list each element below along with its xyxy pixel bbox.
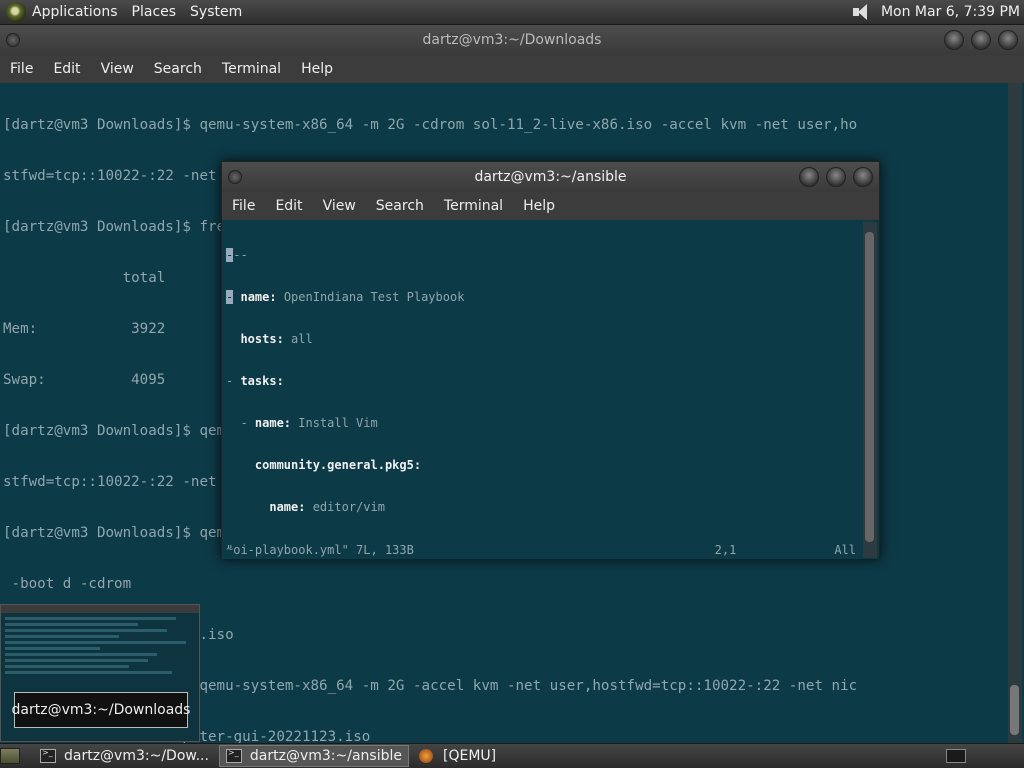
minimize-button[interactable] (799, 167, 819, 187)
qemu-icon (419, 749, 434, 763)
menu-file[interactable]: File (232, 198, 255, 214)
vim-scroll-position: All (834, 543, 856, 557)
yaml-line: - name: Install Vim (226, 416, 378, 430)
window-title: dartz@vm3:~/Downloads (422, 32, 602, 48)
taskbar-item-qemu[interactable]: [QEMU] (413, 745, 502, 767)
menu-applications[interactable]: Applications (32, 4, 118, 20)
workspace-switcher[interactable] (946, 749, 966, 763)
window-menu-icon[interactable] (6, 33, 20, 47)
terminal-window-ansible: dartz@vm3:~/ansible File Edit View Searc… (221, 161, 880, 559)
menu-places[interactable]: Places (132, 4, 177, 20)
yaml-line: --- (226, 248, 248, 262)
vim-file-info: "oi-playbook.yml" 7L, 133B (226, 543, 414, 557)
menu-terminal[interactable]: Terminal (222, 61, 281, 77)
clock[interactable]: Mon Mar 6, 7:39 PM (881, 4, 1020, 20)
bottom-panel: dartz@vm3:~/Dow... dartz@vm3:~/ansible [… (0, 743, 1024, 768)
menu-system[interactable]: System (190, 4, 242, 20)
window-titlebar[interactable]: dartz@vm3:~/Downloads (0, 25, 1024, 55)
maximize-button[interactable] (971, 30, 991, 50)
scrollbar-thumb[interactable] (865, 232, 874, 542)
menu-help[interactable]: Help (301, 61, 333, 77)
window-title: dartz@vm3:~/ansible (474, 169, 627, 185)
vim-statusline: "oi-playbook.yml" 7L, 133B 2,1 All (226, 543, 856, 557)
maximize-button[interactable] (826, 167, 846, 187)
menu-edit[interactable]: Edit (53, 61, 80, 77)
taskbar-tooltip: dartz@vm3:~/Downloads (12, 692, 190, 728)
window-titlebar[interactable]: dartz@vm3:~/ansible (222, 162, 879, 192)
terminal-icon (40, 748, 56, 763)
vim-cursor-position: 2,1 (714, 543, 737, 557)
top-panel: Applications Places System Mon Mar 6, 7:… (0, 0, 1024, 25)
yaml-line: - name: OpenIndiana Test Playbook (226, 290, 465, 304)
distro-logo-icon[interactable] (6, 2, 26, 22)
menu-help[interactable]: Help (523, 198, 555, 214)
scrollbar-thumb[interactable] (1010, 685, 1019, 735)
volume-icon[interactable] (851, 3, 871, 21)
scrollbar[interactable] (1008, 83, 1022, 743)
terminal-icon (225, 748, 242, 763)
close-button[interactable] (853, 167, 873, 187)
menu-file[interactable]: File (10, 61, 33, 77)
scrollbar[interactable] (863, 222, 877, 558)
yaml-line: hosts: all (240, 332, 313, 346)
yaml-line: - tasks: (226, 374, 284, 388)
terminal-menubar: File Edit View Search Terminal Help (0, 55, 1024, 83)
vim-editor[interactable]: --- - name: OpenIndiana Test Playbook ho… (222, 220, 879, 559)
taskbar-item-ansible[interactable]: dartz@vm3:~/ansible (218, 745, 410, 767)
taskbar-item-downloads[interactable]: dartz@vm3:~/Dow... (34, 745, 215, 767)
minimize-button[interactable] (944, 30, 964, 50)
terminal-line: [dartz@vm3 Downloads]$ qemu-system-x86_6… (3, 117, 858, 133)
menu-terminal[interactable]: Terminal (444, 198, 503, 214)
menu-view[interactable]: View (101, 61, 134, 77)
show-desktop-icon[interactable] (0, 748, 20, 764)
menu-search[interactable]: Search (376, 198, 424, 214)
terminal-menubar: File Edit View Search Terminal Help (222, 192, 879, 220)
close-button[interactable] (998, 30, 1018, 50)
menu-edit[interactable]: Edit (275, 198, 302, 214)
terminal-line: -boot d -cdrom (3, 576, 132, 592)
menu-search[interactable]: Search (154, 61, 202, 77)
yaml-line: name: editor/vim (269, 500, 385, 514)
window-menu-icon[interactable] (228, 170, 242, 184)
menu-view[interactable]: View (323, 198, 356, 214)
yaml-line: community.general.pkg5: (254, 458, 422, 472)
